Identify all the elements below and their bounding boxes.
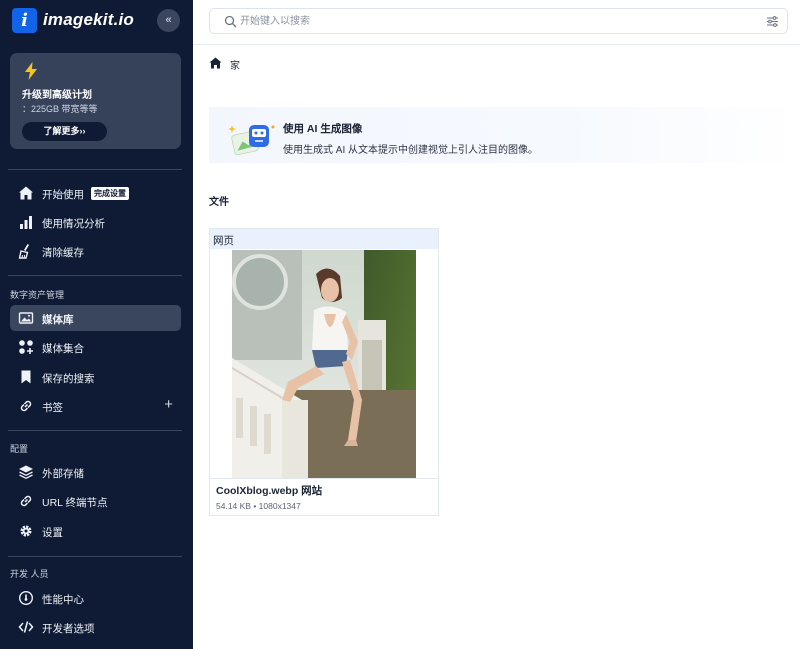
file-name[interactable]: CoolXblog.webp 网站 xyxy=(216,483,322,498)
header-divider xyxy=(193,44,800,45)
layers-icon xyxy=(19,465,33,480)
sidebar-divider xyxy=(8,275,182,276)
sidebar-item-external-storage[interactable]: 外部存储 xyxy=(10,459,181,485)
search-bar xyxy=(209,8,788,34)
files-heading: 文件 xyxy=(209,197,229,208)
code-icon xyxy=(18,621,34,633)
section-label-developers: 开发 人员 xyxy=(10,569,49,579)
search-icon xyxy=(224,15,237,28)
brand-name[interactable]: imagekit.io xyxy=(43,10,134,30)
sidebar-divider xyxy=(8,169,182,170)
home-icon[interactable] xyxy=(209,57,222,69)
section-label-dam: 数字资产管理 xyxy=(10,290,65,300)
file-type-label: 网页 xyxy=(213,235,234,247)
ai-banner-title: 使用 AI 生成图像 xyxy=(283,123,363,135)
sidebar-item-label: 使用情况分析 xyxy=(42,218,105,230)
gear-icon xyxy=(20,525,32,537)
sidebar-item-label: 媒体库 xyxy=(42,314,74,326)
sidebar-item-label: 清除缓存 xyxy=(42,247,84,259)
link-icon xyxy=(20,495,32,507)
sidebar-item-label: 开发者选项 xyxy=(42,623,95,635)
sidebar: i imagekit.io « 升级到高级计划 ：225GB 带宽等等 了解更多… xyxy=(0,0,193,649)
sidebar-item-saved-searches[interactable]: 保存的搜索 xyxy=(10,364,181,390)
sidebar-item-performance-center[interactable]: 性能中心 xyxy=(10,585,181,611)
sidebar-item-label: 书签 xyxy=(42,402,63,414)
upgrade-title: 升级到高级计划 xyxy=(22,90,92,101)
setup-badge: 完成设置 xyxy=(91,187,129,200)
lightning-icon xyxy=(25,62,37,80)
add-bookmark-icon[interactable]: + xyxy=(164,397,173,413)
sidebar-item-label: 性能中心 xyxy=(42,594,84,606)
sidebar-item-bookmarks[interactable]: 书签 + xyxy=(10,393,181,419)
search-input[interactable] xyxy=(240,13,750,30)
section-label-config: 配置 xyxy=(10,444,29,454)
collections-icon xyxy=(19,340,33,354)
link-icon xyxy=(20,400,32,412)
sidebar-item-url-endpoints[interactable]: URL 终端节点 xyxy=(10,488,181,514)
learn-more-button[interactable]: 了解更多›› xyxy=(22,122,107,141)
imagekit-logo-icon[interactable]: i xyxy=(12,8,37,33)
sidebar-item-media-collections[interactable]: 媒体集合 xyxy=(10,334,181,360)
sidebar-item-label: 保存的搜索 xyxy=(42,373,95,385)
sidebar-item-media-library[interactable]: 媒体库 xyxy=(10,305,181,331)
bookmark-icon xyxy=(21,370,31,384)
filter-sliders-icon[interactable] xyxy=(766,15,779,28)
sidebar-item-purge-cache[interactable]: 清除缓存 xyxy=(10,238,181,264)
image-library-icon xyxy=(18,312,34,324)
sidebar-item-label: 开始使用 xyxy=(42,189,84,201)
broom-icon xyxy=(18,244,29,259)
file-card-divider xyxy=(210,478,438,479)
brand: i imagekit.io « xyxy=(12,8,182,34)
ai-image-illustration-icon xyxy=(229,125,275,156)
sidebar-item-getting-started[interactable]: 开始使用 完成设置 xyxy=(10,180,181,206)
sidebar-item-label: URL 终端节点 xyxy=(42,497,108,509)
breadcrumb-home[interactable]: 家 xyxy=(230,57,240,72)
sidebar-item-label: 媒体集合 xyxy=(42,343,84,355)
sidebar-divider xyxy=(8,430,182,431)
collapse-sidebar-button[interactable]: « xyxy=(157,9,180,32)
file-type-tag: 网页 xyxy=(210,229,438,249)
home-icon xyxy=(19,186,33,200)
sidebar-item-usage[interactable]: 使用情况分析 xyxy=(10,209,181,235)
file-card[interactable]: 网页 CoolXblog.webp 网站 54.14 KB • 1080x134… xyxy=(209,228,439,516)
gauge-icon xyxy=(18,590,34,606)
sidebar-item-developer-options[interactable]: 开发者选项 xyxy=(10,614,181,640)
sidebar-item-settings[interactable]: 设置 xyxy=(10,518,181,544)
upgrade-card: 升级到高级计划 ：225GB 带宽等等 了解更多›› xyxy=(10,53,181,149)
file-thumbnail-image[interactable] xyxy=(232,250,416,478)
ai-banner-description: 使用生成式 AI 从文本提示中创建视觉上引人注目的图像。 xyxy=(283,145,539,156)
sidebar-divider xyxy=(8,556,182,557)
sidebar-item-label: 外部存储 xyxy=(42,468,84,480)
ai-generate-banner[interactable]: 使用 AI 生成图像 使用生成式 AI 从文本提示中创建视觉上引人注目的图像。 xyxy=(209,107,800,163)
file-meta: 54.14 KB • 1080x1347 xyxy=(216,501,301,511)
sidebar-item-label: 设置 xyxy=(42,527,63,539)
upgrade-subtitle: ：225GB 带宽等等 xyxy=(22,104,98,114)
bar-chart-icon xyxy=(20,216,32,229)
